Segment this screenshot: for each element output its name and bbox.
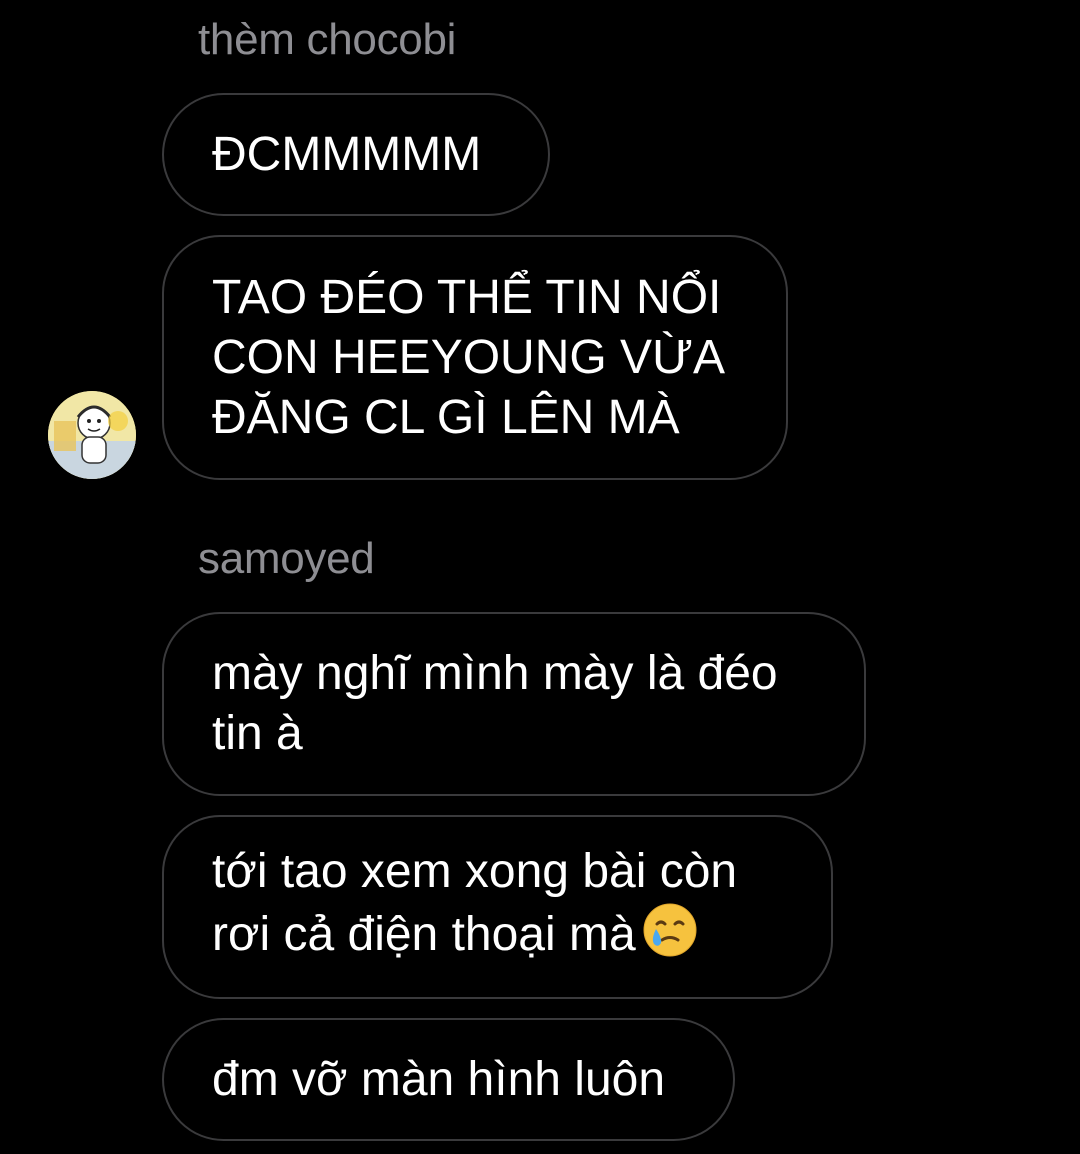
message-bubble[interactable]: đm vỡ màn hình luôn <box>162 1018 735 1141</box>
message-text: mày nghĩ mình mày là đéo tin à <box>212 647 778 760</box>
message-text: ĐCMMMMM <box>212 127 482 181</box>
message-bubble[interactable]: TAO ĐÉO THỂ TIN NỔI CON HEEYOUNG VỪA ĐĂN… <box>162 235 788 480</box>
avatar-image <box>48 391 136 479</box>
message-bubble[interactable]: tới tao xem xong bài còn rơi cả điện tho… <box>162 815 833 999</box>
message-text: TAO ĐÉO THỂ TIN NỔI CON HEEYOUNG VỪA ĐĂN… <box>212 270 726 444</box>
message-content: tới tao xem xong bài còn rơi cả điện tho… <box>212 842 737 973</box>
sender-name-1: thèm chocobi <box>198 15 457 64</box>
user-avatar[interactable] <box>48 391 136 479</box>
message-bubble[interactable]: ĐCMMMMM <box>162 93 550 216</box>
crying-smile-emoji-icon <box>642 902 698 973</box>
message-bubble[interactable]: mày nghĩ mình mày là đéo tin à <box>162 612 866 796</box>
sender-name-2: samoyed <box>198 534 375 583</box>
message-text: đm vỡ màn hình luôn <box>212 1052 666 1106</box>
